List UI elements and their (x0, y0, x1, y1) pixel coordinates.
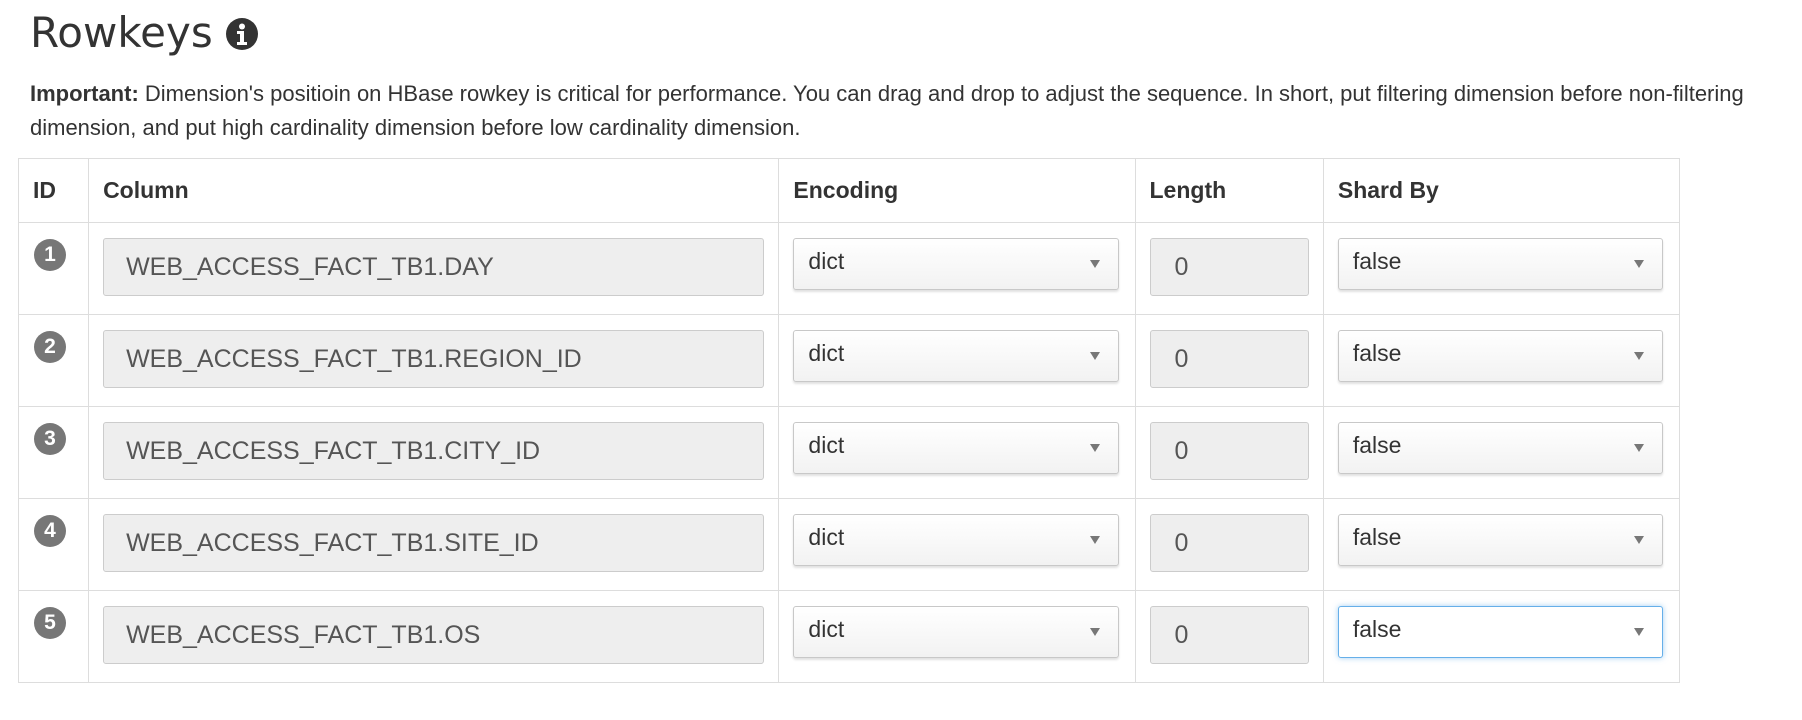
shard-by-select[interactable]: false (1337, 238, 1663, 290)
column-field[interactable]: WEB_ACCESS_FACT_TB1.SITE_ID (103, 514, 765, 572)
caret-down-icon (1089, 628, 1100, 636)
shard-by-cell: false (1322, 314, 1681, 407)
column-cell: WEB_ACCESS_FACT_TB1.REGION_ID (88, 314, 780, 407)
column-field[interactable]: WEB_ACCESS_FACT_TB1.CITY_ID (103, 422, 765, 480)
id-cell: 3 (17, 406, 90, 499)
shard-by-value: false (1352, 432, 1402, 458)
important-label: Important: (30, 81, 139, 106)
shard-by-value: false (1352, 248, 1402, 274)
page-title: Rowkeys (30, 8, 213, 57)
encoding-select[interactable]: dict (793, 422, 1119, 474)
column-cell: WEB_ACCESS_FACT_TB1.DAY (88, 222, 780, 315)
encoding-select[interactable]: dict (793, 606, 1119, 658)
length-cell: 0 (1134, 498, 1324, 591)
encoding-value: dict (808, 340, 845, 366)
encoding-select[interactable]: dict (793, 330, 1119, 382)
table-row[interactable]: 3 WEB_ACCESS_FACT_TB1.CITY_ID dict 0 fal… (17, 406, 1681, 499)
shard-by-cell: false (1322, 406, 1681, 499)
info-icon[interactable] (225, 17, 259, 51)
shard-by-value: false (1352, 616, 1402, 642)
caret-down-icon (1089, 260, 1100, 268)
caret-down-icon (1089, 352, 1100, 360)
encoding-value: dict (808, 432, 845, 458)
shard-by-value: false (1352, 340, 1402, 366)
caret-down-icon (1089, 444, 1100, 452)
length-field[interactable]: 0 (1149, 606, 1309, 664)
length-field[interactable]: 0 (1149, 422, 1309, 480)
id-cell: 1 (17, 222, 90, 315)
table-row[interactable]: 1 WEB_ACCESS_FACT_TB1.DAY dict 0 false (17, 222, 1681, 315)
header-id: ID (17, 158, 90, 223)
length-field[interactable]: 0 (1149, 238, 1309, 296)
important-note: Important: Dimension's positioin on HBas… (30, 77, 1790, 145)
caret-down-icon (1634, 628, 1644, 636)
table-row[interactable]: 5 WEB_ACCESS_FACT_TB1.OS dict 0 false (17, 590, 1681, 683)
id-cell: 4 (17, 498, 90, 591)
important-text: Dimension's positioin on HBase rowkey is… (30, 81, 1744, 140)
length-cell: 0 (1134, 406, 1324, 499)
row-number-badge: 3 (34, 423, 66, 455)
shard-by-select[interactable]: false (1337, 330, 1663, 382)
encoding-cell: dict (778, 314, 1136, 407)
length-field[interactable]: 0 (1149, 514, 1309, 572)
row-number-badge: 5 (34, 607, 66, 639)
caret-down-icon (1634, 260, 1644, 268)
shard-by-cell: false (1322, 222, 1681, 315)
caret-down-icon (1634, 352, 1644, 360)
encoding-select[interactable]: dict (793, 238, 1119, 290)
row-number-badge: 4 (34, 515, 66, 547)
shard-by-cell: false (1322, 590, 1681, 683)
encoding-value: dict (808, 248, 845, 274)
header-column: Column (88, 158, 780, 223)
header-shard-by: Shard By (1322, 158, 1681, 223)
encoding-select[interactable]: dict (793, 514, 1119, 566)
row-number-badge: 2 (34, 331, 66, 363)
encoding-value: dict (808, 524, 845, 550)
encoding-value: dict (808, 616, 845, 642)
column-cell: WEB_ACCESS_FACT_TB1.SITE_ID (88, 498, 780, 591)
encoding-cell: dict (778, 222, 1136, 315)
length-cell: 0 (1134, 590, 1324, 683)
caret-down-icon (1634, 444, 1644, 452)
shard-by-select[interactable]: false (1337, 514, 1663, 566)
shard-by-select[interactable]: false (1337, 422, 1663, 474)
length-cell: 0 (1134, 222, 1324, 315)
table-row[interactable]: 2 WEB_ACCESS_FACT_TB1.REGION_ID dict 0 f… (17, 314, 1681, 407)
length-cell: 0 (1134, 314, 1324, 407)
table-header-row: ID Column Encoding Length Shard By (17, 158, 1681, 223)
shard-by-cell: false (1322, 498, 1681, 591)
column-field[interactable]: WEB_ACCESS_FACT_TB1.DAY (103, 238, 765, 296)
encoding-cell: dict (778, 498, 1136, 591)
caret-down-icon (1089, 536, 1100, 544)
shard-by-value: false (1352, 524, 1402, 550)
column-cell: WEB_ACCESS_FACT_TB1.OS (88, 590, 780, 683)
encoding-cell: dict (778, 590, 1136, 683)
row-number-badge: 1 (34, 239, 66, 271)
header-length: Length (1134, 158, 1324, 223)
column-field[interactable]: WEB_ACCESS_FACT_TB1.OS (103, 606, 765, 664)
title-row: Rowkeys (30, 8, 1790, 58)
rowkeys-table: ID Column Encoding Length Shard By 1 WEB… (17, 158, 1681, 683)
shard-by-select[interactable]: false (1337, 606, 1663, 658)
length-field[interactable]: 0 (1149, 330, 1309, 388)
encoding-cell: dict (778, 406, 1136, 499)
id-cell: 5 (17, 590, 90, 683)
column-field[interactable]: WEB_ACCESS_FACT_TB1.REGION_ID (103, 330, 765, 388)
caret-down-icon (1634, 536, 1644, 544)
id-cell: 2 (17, 314, 90, 407)
column-cell: WEB_ACCESS_FACT_TB1.CITY_ID (88, 406, 780, 499)
header-encoding: Encoding (778, 158, 1136, 223)
table-row[interactable]: 4 WEB_ACCESS_FACT_TB1.SITE_ID dict 0 fal… (17, 498, 1681, 591)
rowkeys-panel: Rowkeys Important: Dimension's positioin… (30, 0, 1790, 145)
